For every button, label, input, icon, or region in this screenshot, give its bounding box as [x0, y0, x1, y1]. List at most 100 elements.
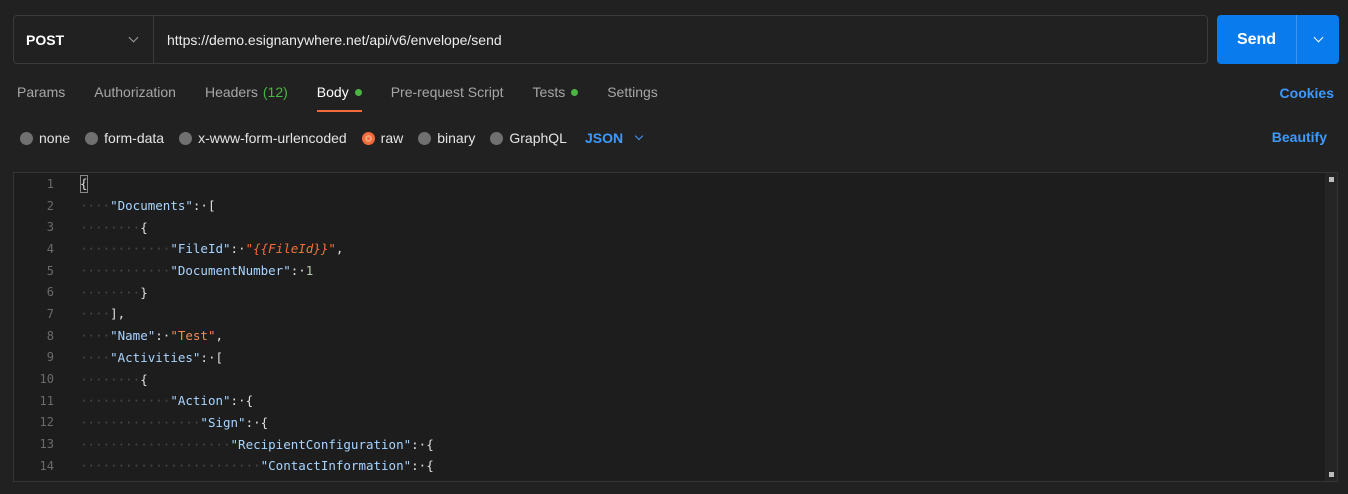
- send-options-button[interactable]: [1297, 15, 1339, 64]
- indent-guides: ····: [80, 328, 111, 344]
- tab-authorization[interactable]: Authorization: [94, 84, 176, 114]
- indent-guides: ····: [80, 198, 111, 214]
- code-token: ,: [335, 241, 344, 257]
- code-token: :·[: [192, 198, 216, 214]
- radio-label: binary: [437, 130, 476, 146]
- tab-body[interactable]: Body: [316, 84, 362, 114]
- tab-label: Pre-request Script: [390, 84, 504, 100]
- code-content: ················"Sign":·{: [80, 415, 268, 430]
- code-token: :·{: [411, 436, 434, 452]
- tab-label: Tests: [532, 84, 566, 100]
- indent-guides: ····················: [80, 436, 231, 452]
- beautify-button[interactable]: Beautify: [1272, 129, 1327, 145]
- code-content: ····"Activities":·[: [80, 350, 223, 365]
- chevron-down-icon: [1313, 32, 1323, 43]
- tab-label: Body: [316, 84, 349, 100]
- line-number: 11: [39, 393, 54, 408]
- code-content: ········{: [80, 372, 148, 387]
- indent-guides: ············: [80, 241, 171, 257]
- line-number: 10: [39, 372, 54, 387]
- code-content: ········{: [80, 220, 148, 235]
- code-token: "Documents": [110, 198, 193, 214]
- tab-params[interactable]: Params: [17, 84, 65, 114]
- indent-guides: ····: [80, 306, 111, 322]
- line-number: 3: [46, 220, 54, 235]
- line-number: 13: [39, 437, 54, 452]
- chevron-down-icon: [128, 32, 139, 43]
- scroll-up-icon[interactable]: [1329, 177, 1334, 182]
- code-content: ············"Action":·{: [80, 393, 253, 408]
- tab-label: Authorization: [94, 84, 176, 100]
- radio-label: none: [39, 130, 71, 146]
- code-token: "ContactInformation": [260, 458, 412, 474]
- radio-graphql[interactable]: GraphQL: [490, 130, 567, 146]
- code-token: ,: [215, 328, 224, 344]
- url-input[interactable]: https://demo.esignanywhere.net/api/v6/en…: [154, 16, 1207, 63]
- tab-label: Settings: [607, 84, 658, 100]
- code-line: 8 ····"Name":·"Test",: [14, 325, 1337, 347]
- radio-x-www-form-urlencoded[interactable]: x-www-form-urlencoded: [179, 130, 347, 146]
- vertical-scrollbar[interactable]: [1325, 173, 1337, 481]
- code-token: "Test": [170, 328, 216, 344]
- radio-icon: [85, 131, 99, 145]
- radio-none[interactable]: none: [20, 130, 70, 146]
- radio-raw[interactable]: raw: [361, 130, 403, 146]
- language-label: JSON: [584, 130, 624, 146]
- code-line: 13 ····················"RecipientConfigur…: [14, 433, 1337, 455]
- code-token: :·: [230, 241, 246, 257]
- code-line: 7 ····],: [14, 303, 1337, 325]
- radio-icon: [490, 131, 504, 145]
- code-token: "Sign": [200, 414, 246, 430]
- language-select[interactable]: JSON: [584, 130, 644, 146]
- indent-guides: ····: [80, 349, 111, 365]
- code-token: "FileId": [170, 241, 231, 257]
- code-content: ····"Documents":·[: [80, 198, 215, 213]
- line-number: 6: [46, 285, 54, 300]
- code-token: "Activities": [110, 349, 201, 365]
- line-number: 1: [46, 176, 54, 191]
- method-select[interactable]: POST: [14, 16, 154, 63]
- line-number: 2: [46, 198, 54, 213]
- code-token: "DocumentNumber": [170, 263, 291, 279]
- tab-headers[interactable]: Headers (12): [205, 84, 288, 114]
- cookies-link[interactable]: Cookies: [1280, 85, 1334, 101]
- code-content: ····],: [80, 306, 125, 321]
- code-line: 10 ········{: [14, 368, 1337, 390]
- tab-pre-request-script[interactable]: Pre-request Script: [391, 84, 504, 114]
- line-number: 5: [46, 263, 54, 278]
- indent-guides: ········: [80, 371, 141, 387]
- radio-binary[interactable]: binary: [418, 130, 475, 146]
- bracket-match-highlight: [80, 175, 88, 193]
- code-line: 5 ············"DocumentNumber":·1: [14, 260, 1337, 282]
- code-token: "{{FileId}}": [245, 241, 336, 257]
- indent-guides: ········: [80, 284, 141, 300]
- code-content: ····"Name":·"Test",: [80, 328, 223, 343]
- code-token: ],: [110, 306, 126, 322]
- request-bar: POST https://demo.esignanywhere.net/api/…: [13, 15, 1208, 64]
- tab-label: Params: [17, 84, 66, 100]
- code-line: 2 ····"Documents":·[: [14, 195, 1337, 217]
- line-number: 9: [46, 350, 54, 365]
- radio-label: form-data: [104, 130, 165, 146]
- code-token: :·: [155, 328, 171, 344]
- code-content: ········}: [80, 285, 148, 300]
- tab-settings[interactable]: Settings: [607, 84, 658, 114]
- headers-count: (12): [262, 84, 288, 100]
- code-line: 11 ············"Action":·{: [14, 390, 1337, 412]
- chevron-down-icon: [634, 131, 644, 141]
- body-type-options: none form-data x-www-form-urlencoded raw…: [20, 128, 644, 148]
- radio-label: GraphQL: [509, 130, 567, 146]
- radio-icon: [418, 131, 432, 145]
- code-content: ············"DocumentNumber":·1: [80, 263, 313, 278]
- scroll-down-icon[interactable]: [1329, 472, 1334, 477]
- method-label: POST: [26, 31, 65, 48]
- radio-form-data[interactable]: form-data: [85, 130, 164, 146]
- radio-icon: [179, 131, 193, 145]
- code-token: 1: [305, 263, 314, 279]
- code-editor[interactable]: 1{2 ····"Documents":·[3 ········{4 ········…: [13, 172, 1338, 482]
- indent-guides: ············: [80, 263, 171, 279]
- send-button[interactable]: Send: [1217, 15, 1297, 64]
- code-token: :·{: [411, 458, 434, 474]
- line-number: 7: [46, 306, 54, 321]
- tab-tests[interactable]: Tests: [533, 84, 579, 114]
